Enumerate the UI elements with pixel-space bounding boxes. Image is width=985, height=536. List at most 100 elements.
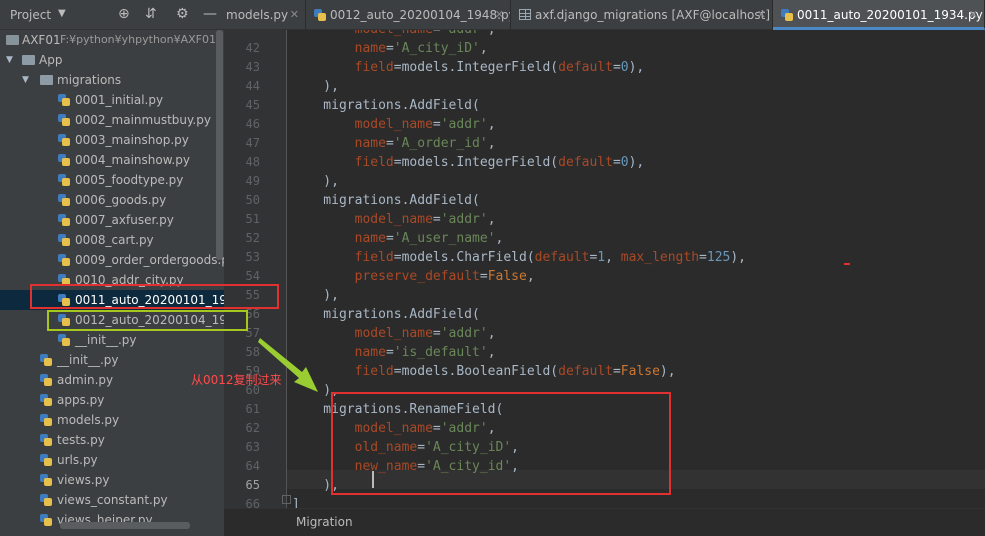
tree-item-file[interactable]: views.py [0, 470, 224, 490]
tree-item-file[interactable]: 0002_mainmustbuy.py [0, 110, 224, 130]
close-icon[interactable]: ✕ [969, 0, 978, 27]
tree-item-file[interactable]: __init__.py [0, 350, 224, 370]
tab-label: models.py [226, 8, 289, 22]
tab-label: 0012_auto_20200104_1948.py [330, 8, 511, 22]
line-number: 51 [245, 212, 260, 226]
tree-item-file[interactable]: apps.py [0, 390, 224, 410]
tab-0011[interactable]: 0011_auto_20200101_1934.py ✕ [773, 0, 985, 30]
tab-label: 0011_auto_20200101_1934.py [797, 8, 983, 22]
python-file-icon [40, 454, 52, 466]
code-line: ), [292, 79, 339, 94]
tree-item-label: 0001_initial.py [75, 93, 164, 107]
chevron-down-icon[interactable]: ▼ [58, 8, 66, 19]
close-icon[interactable]: ✕ [290, 0, 299, 30]
tree-item-label: __init__.py [75, 333, 137, 347]
python-file-icon [58, 214, 70, 226]
python-file-icon [40, 514, 52, 526]
tree-item-file[interactable]: urls.py [0, 450, 224, 470]
project-header: Project ▼ ⊕ ⇵ ⚙ — [0, 0, 224, 30]
tree-item-label: views.py [57, 473, 110, 487]
tab-label: axf.django_migrations [AXF@localhost] [535, 8, 771, 22]
tree-vertical-scrollbar[interactable] [216, 30, 223, 260]
tree-item-file[interactable]: tests.py [0, 430, 224, 450]
python-file-icon [58, 254, 70, 266]
code-line: model_name='addr', [292, 30, 496, 39]
annotation-red-dash [844, 263, 850, 265]
tab-models-py[interactable]: models.py ✕ [224, 0, 306, 30]
python-file-icon [58, 334, 70, 346]
gear-icon[interactable]: ⚙ [176, 6, 189, 22]
breadcrumb[interactable]: Migration [296, 515, 353, 529]
project-title[interactable]: Project [10, 8, 51, 22]
line-number: 42 [245, 41, 260, 55]
tree-item-file[interactable]: 0009_order_ordergoods.py [0, 250, 224, 270]
code-line: migrations.AddField( [292, 193, 480, 208]
tree-item-label: 0003_mainshop.py [75, 133, 189, 147]
python-file-icon [781, 9, 793, 21]
line-number: 45 [245, 98, 260, 112]
line-number: 47 [245, 136, 260, 150]
python-file-icon [40, 394, 52, 406]
python-file-icon [314, 9, 326, 21]
line-number: 62 [245, 421, 260, 435]
tree-item-file[interactable]: 0005_foodtype.py [0, 170, 224, 190]
tab-0012[interactable]: 0012_auto_20200104_1948.py ✕ [306, 0, 511, 30]
tree-item-file[interactable]: 0001_initial.py [0, 90, 224, 110]
python-file-icon [58, 194, 70, 206]
tree-item-file[interactable]: 0007_axfuser.py [0, 210, 224, 230]
tree-item-file[interactable]: 0008_cart.py [0, 230, 224, 250]
close-icon[interactable]: ✕ [757, 0, 766, 30]
tree-item-file[interactable]: __init__.py [0, 330, 224, 350]
chevron-down-icon[interactable]: ▼ [6, 50, 13, 70]
code-line: model_name='addr', [354, 212, 496, 227]
folder-icon [22, 55, 35, 65]
tree-item-label: models.py [57, 413, 120, 427]
tree-item-label: 0008_cart.py [75, 233, 154, 247]
collapse-icon[interactable]: ⇵ [145, 6, 157, 22]
gutter-divider [286, 30, 287, 508]
code-line: name='A_user_name', [354, 231, 504, 246]
code-line: field=models.IntegerField(default=0), [354, 60, 645, 75]
tree-item-label: __init__.py [57, 353, 119, 367]
chevron-down-icon[interactable]: ▼ [22, 70, 29, 90]
hide-icon[interactable]: — [203, 6, 217, 22]
tree-item-label: 0009_order_ordergoods.py [75, 253, 224, 267]
tree-item-label: AXF01 [22, 33, 61, 47]
tree-item-label: 0005_foodtype.py [75, 173, 184, 187]
tree-horizontal-scrollbar[interactable] [60, 522, 190, 529]
tree-item-label: apps.py [57, 393, 105, 407]
tree-item-label: App [39, 53, 63, 67]
annotation-arrow-icon [258, 338, 318, 392]
tree-item-app[interactable]: ▼ App [0, 50, 224, 70]
editor-tab-bar: models.py ✕ 0012_auto_20200104_1948.py ✕… [224, 0, 985, 30]
line-number: 53 [245, 250, 260, 264]
fold-icon[interactable] [282, 495, 291, 504]
folder-icon [6, 35, 19, 45]
table-icon [519, 9, 531, 20]
tree-item-label: 0002_mainmustbuy.py [75, 113, 211, 127]
tree-item-file[interactable]: 0004_mainshow.py [0, 150, 224, 170]
locate-icon[interactable]: ⊕ [118, 6, 130, 22]
tree-item-label: tests.py [57, 433, 105, 447]
tab-django-migrations-table[interactable]: axf.django_migrations [AXF@localhost] ✕ [511, 0, 773, 30]
line-number: 63 [245, 440, 260, 454]
code-line: ), [292, 174, 339, 189]
tree-item-axf01[interactable]: AXF01 F:¥python¥yhpython¥AXF01 [0, 30, 224, 50]
annotation-red-box-code [331, 392, 671, 495]
close-icon[interactable]: ✕ [495, 0, 504, 30]
tree-item-label: 0006_goods.py [75, 193, 167, 207]
code-line: model_name='addr', [354, 117, 496, 132]
python-file-icon [58, 134, 70, 146]
line-number: 44 [245, 79, 260, 93]
tree-item-file[interactable]: 0003_mainshop.py [0, 130, 224, 150]
code-line: name='A_city_iD', [354, 41, 488, 56]
code-line: field=models.CharField(default=1, max_le… [354, 250, 747, 265]
tree-item-file[interactable]: views_constant.py [0, 490, 224, 510]
annotation-green-box-file [47, 310, 248, 331]
python-file-icon [40, 374, 52, 386]
tree-item-file[interactable]: 0006_goods.py [0, 190, 224, 210]
annotation-red-box-file [30, 284, 279, 309]
code-line: ), [292, 288, 339, 303]
tree-item-migrations[interactable]: ▼ migrations [0, 70, 224, 90]
tree-item-file[interactable]: models.py [0, 410, 224, 430]
